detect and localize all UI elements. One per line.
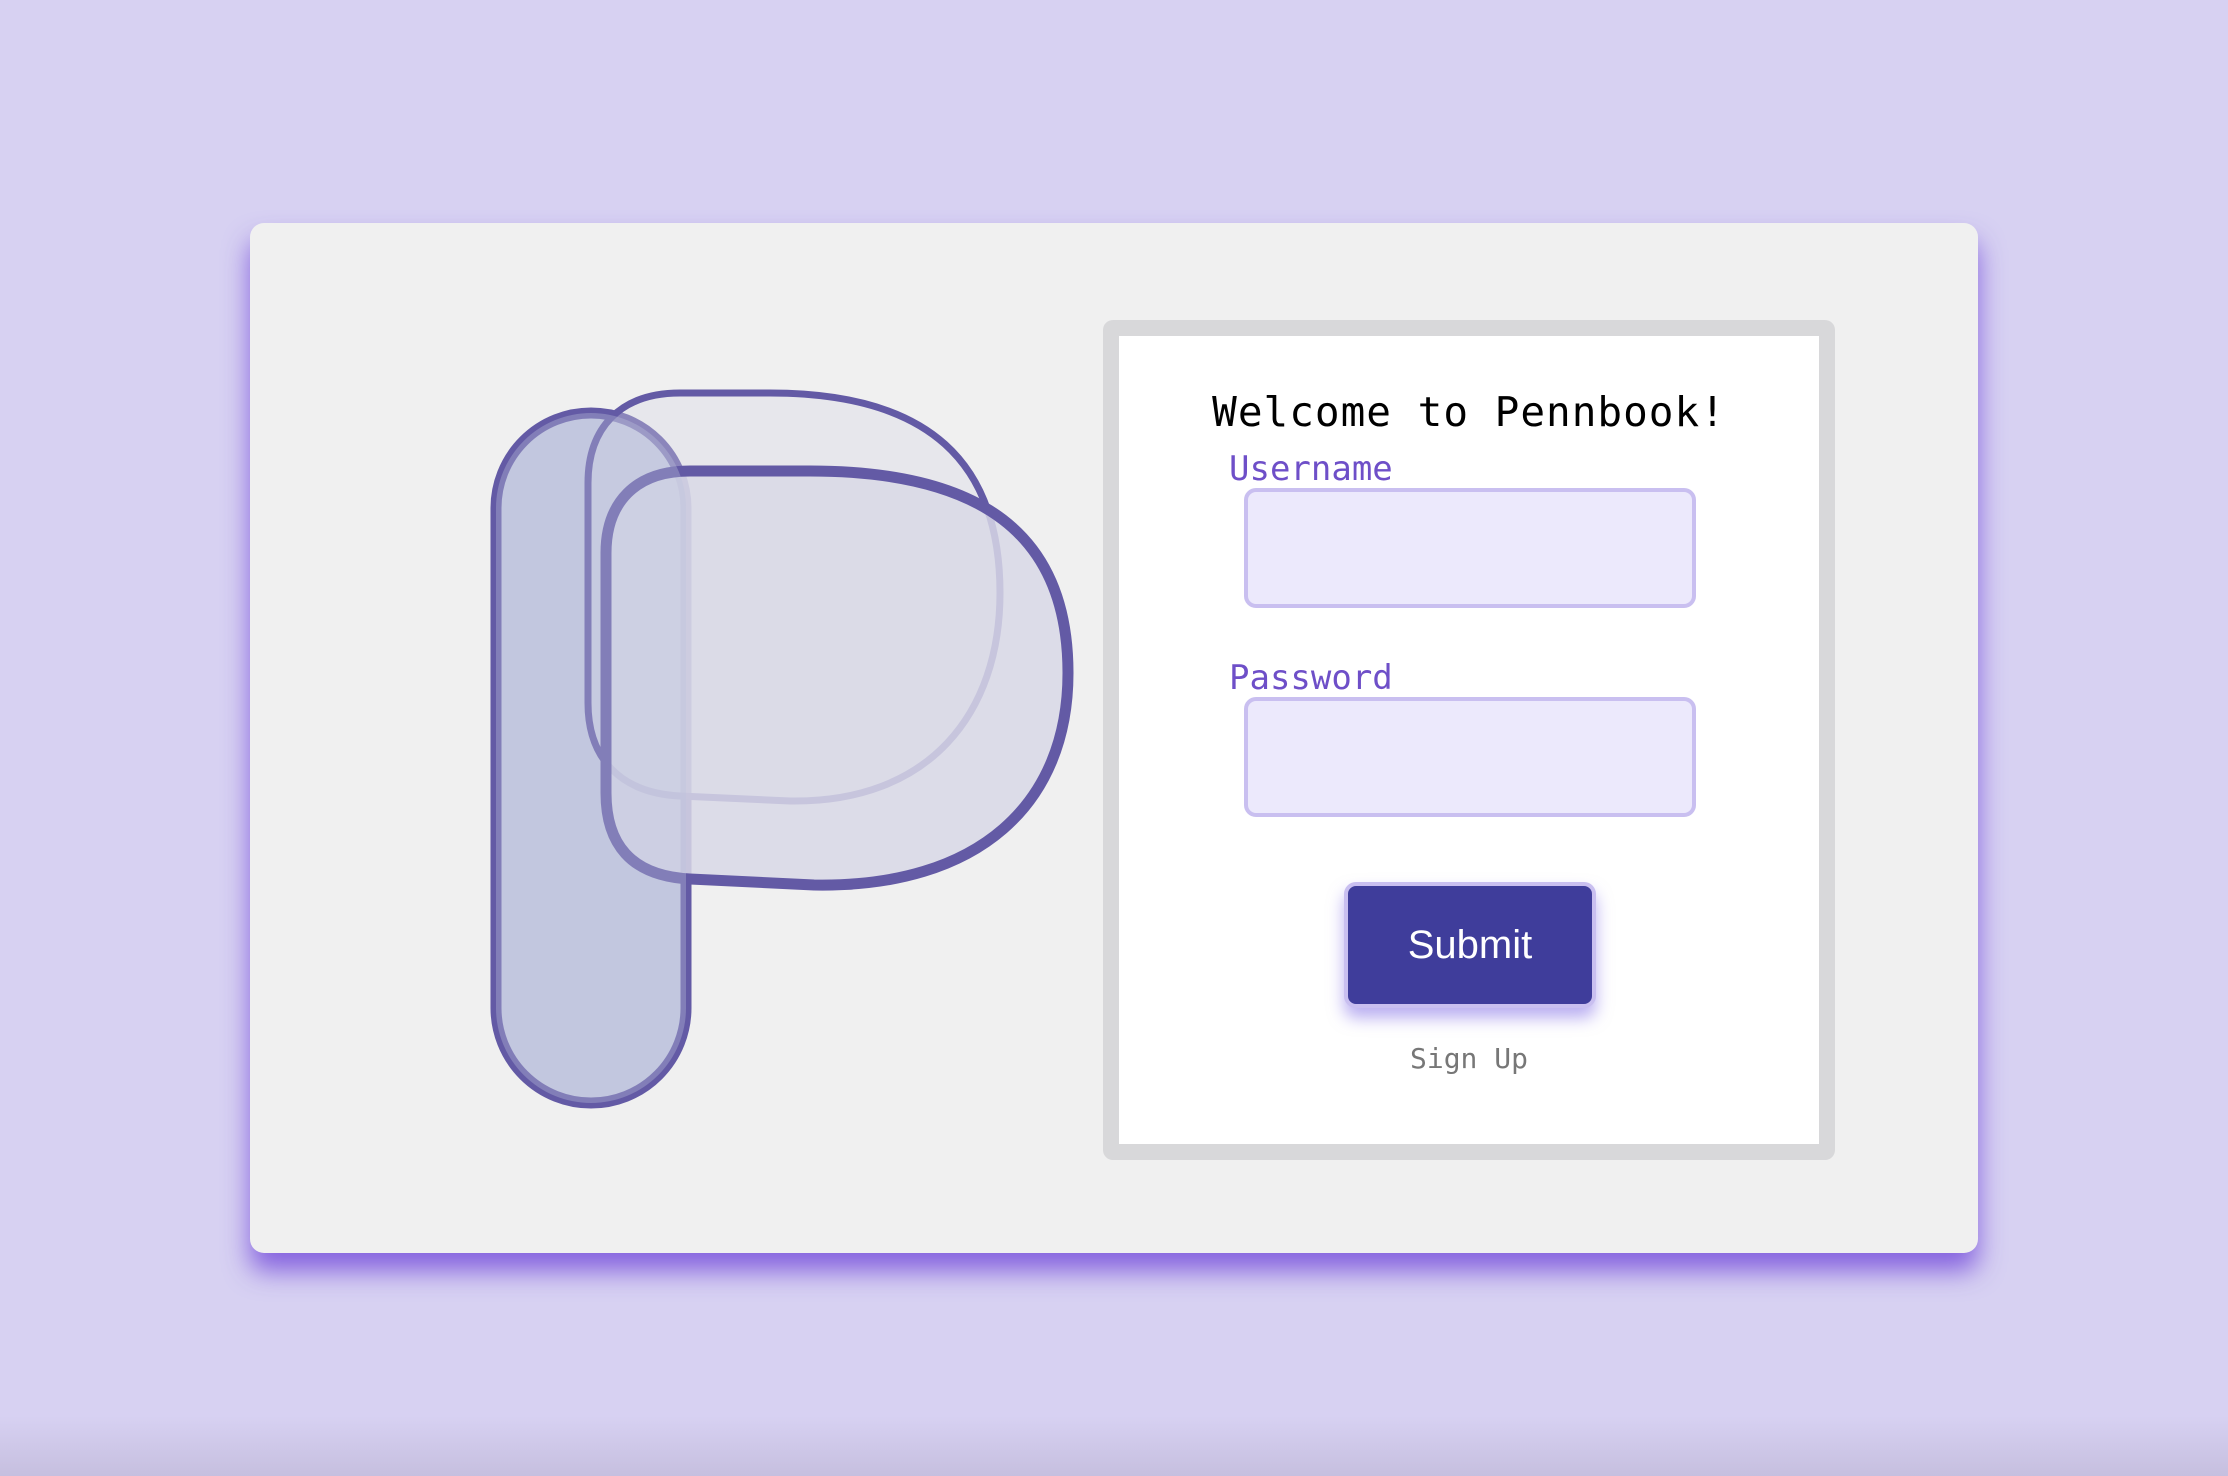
page-title: Welcome to Pennbook!	[1212, 388, 1726, 436]
logo-stem-overlay-shape	[496, 413, 686, 1103]
login-form-panel: Welcome to Pennbook! Username Password S…	[1103, 320, 1835, 1160]
username-label: Username	[1229, 449, 1393, 489]
password-input[interactable]	[1244, 697, 1696, 817]
sign-up-link[interactable]: Sign Up	[1119, 1042, 1819, 1075]
bottom-fade	[0, 1416, 2228, 1476]
username-input[interactable]	[1244, 488, 1696, 608]
submit-button[interactable]: Submit	[1344, 882, 1596, 1008]
password-label: Password	[1229, 658, 1393, 698]
login-card: Welcome to Pennbook! Username Password S…	[250, 223, 1978, 1253]
